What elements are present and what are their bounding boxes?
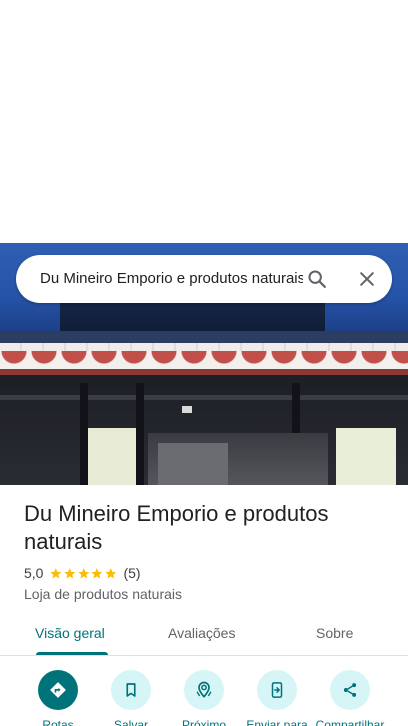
photo-wall <box>336 428 396 485</box>
star-icon <box>64 567 76 578</box>
photo-wall <box>88 428 136 485</box>
share-label: Compartilhar <box>315 718 385 726</box>
save-label: Salvar <box>113 718 148 726</box>
nearby-label: Próximo <box>181 718 226 726</box>
place-info-panel: Du Mineiro Emporio e produtos naturais 5… <box>0 485 408 726</box>
send-to-phone-label: Enviar para <box>246 718 308 726</box>
place-tabs: Visão geral Avaliações Sobre <box>0 615 408 656</box>
nearby-button[interactable]: Próximo <box>164 670 244 726</box>
send-to-phone-button-circle <box>257 670 297 710</box>
save-button[interactable]: Salvar <box>91 670 171 726</box>
bookmark-icon <box>126 683 136 697</box>
directions-button-circle <box>38 670 78 710</box>
directions-button[interactable]: Rotas <box>18 670 98 726</box>
send-to-phone-icon <box>271 682 283 698</box>
directions-icon <box>50 682 66 698</box>
nearby-icon <box>196 681 212 698</box>
star-icon <box>105 567 117 578</box>
search-icon <box>308 270 326 288</box>
photo-pillar <box>80 383 88 485</box>
rating-stars <box>49 567 117 580</box>
rating-value: 5,0 <box>24 565 44 581</box>
search-button[interactable] <box>302 264 332 294</box>
directions-label: Rotas <box>42 718 74 726</box>
rating-row[interactable]: 5,0 (5) <box>24 564 141 582</box>
tab-reviews[interactable]: Avaliações <box>168 624 235 642</box>
photo-lamp <box>182 406 192 413</box>
share-button-circle <box>330 670 370 710</box>
star-icon <box>78 567 89 578</box>
search-bar[interactable]: Du Mineiro Emporio e produtos naturais <box>16 255 392 303</box>
blank-area <box>0 0 408 243</box>
save-button-circle <box>111 670 151 710</box>
photo-pillar <box>136 383 144 485</box>
tab-overview[interactable]: Visão geral <box>35 624 105 642</box>
place-category: Loja de produtos naturais <box>24 586 182 602</box>
star-icon <box>91 567 103 578</box>
share-icon <box>343 683 357 697</box>
send-to-phone-button[interactable]: Enviar para <box>237 670 317 726</box>
photo-door-glass <box>158 443 228 485</box>
tab-about[interactable]: Sobre <box>316 624 353 642</box>
clear-search-button[interactable] <box>352 264 382 294</box>
nearby-button-circle <box>184 670 224 710</box>
share-button[interactable]: Compartilhar <box>310 670 390 726</box>
close-icon <box>360 272 374 286</box>
photo-beam <box>0 395 408 400</box>
review-count: (5) <box>123 565 141 581</box>
active-tab-indicator <box>36 652 108 655</box>
star-icon <box>50 567 62 578</box>
place-title: Du Mineiro Emporio e produtos naturais <box>24 501 329 554</box>
action-bar: Rotas Salvar Próximo Enviar para Compart… <box>0 670 408 726</box>
search-input[interactable]: Du Mineiro Emporio e produtos naturais <box>40 269 303 289</box>
